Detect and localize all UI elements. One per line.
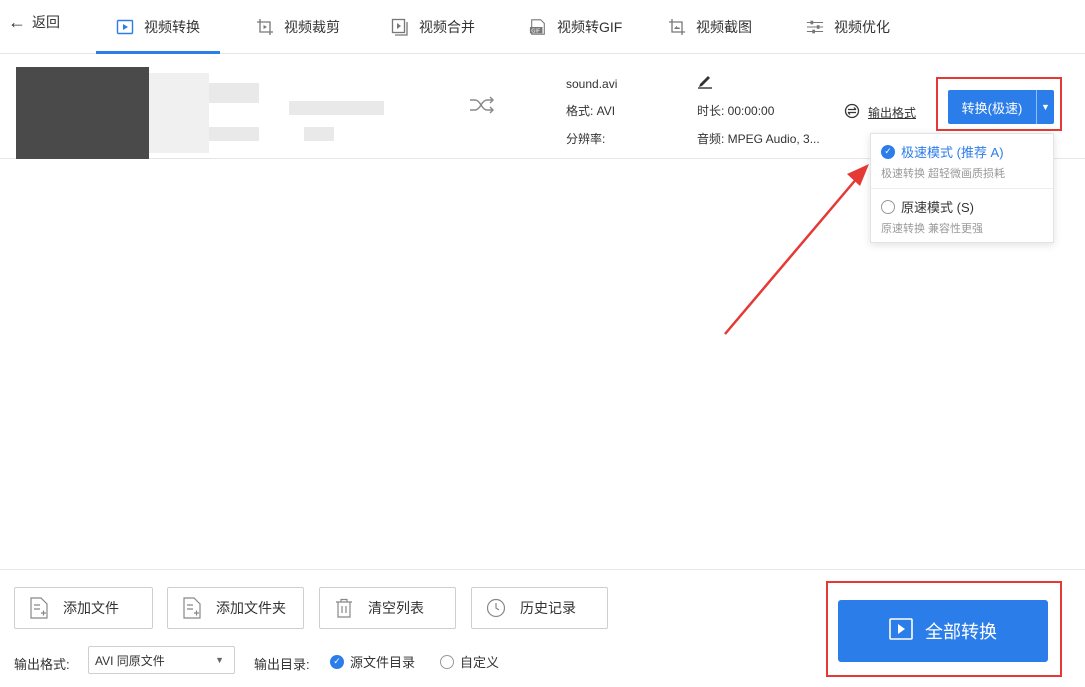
back-arrow-icon: ← [8, 12, 26, 32]
tab-label: 视频合并 [419, 19, 475, 35]
dir-option-custom[interactable]: 自定义 [440, 652, 499, 671]
format-settings-icon [844, 103, 860, 122]
file-resolution: 分辨率: [566, 132, 606, 146]
output-format-select[interactable]: AVI 同原文件 ▼ [88, 646, 235, 674]
file-duration: 时长: 00:00:00 [697, 104, 775, 118]
chevron-down-icon: ▼ [215, 655, 224, 665]
back-label: 返回 [32, 14, 60, 30]
bottom-toolbar: 添加文件 添加文件夹 清空列表 历史记录 输出格式: AVI 同原文件 ▼ 输出… [0, 569, 1085, 687]
video-merge-icon [391, 18, 409, 36]
mode-option-fast[interactable]: ✓ 极速模式 (推荐 A) 极速转换 超轻微画质损耗 [871, 134, 1053, 188]
radio-icon [881, 199, 895, 214]
output-format-link[interactable]: 输出格式 [844, 103, 916, 122]
clock-icon [486, 597, 506, 619]
checked-icon: ✓ [330, 654, 344, 669]
mode-subtitle: 原速转换 兼容性更强 [881, 223, 984, 235]
tab-label: 视频裁剪 [284, 19, 340, 35]
video-convert-icon [116, 18, 134, 36]
file-format: 格式: AVI [566, 104, 616, 118]
clear-list-label: 清空列表 [368, 600, 424, 616]
add-folder-icon [182, 597, 202, 619]
mode-subtitle: 极速转换 超轻微画质损耗 [881, 168, 1006, 180]
video-thumbnail [8, 63, 408, 159]
tab-video-optimize[interactable]: 视频优化 [806, 0, 890, 54]
add-file-icon [29, 597, 49, 619]
mode-option-original[interactable]: 原速模式 (S) 原速转换 兼容性更强 [871, 189, 1053, 243]
back-button[interactable]: ← 返回 [8, 12, 60, 32]
history-label: 历史记录 [520, 600, 576, 616]
screenshot-icon [668, 18, 686, 36]
checked-icon: ✓ [881, 144, 895, 159]
dir-custom-label: 自定义 [460, 655, 500, 670]
add-folder-button[interactable]: 添加文件夹 [167, 587, 304, 629]
output-format-label: 输出格式 [868, 106, 917, 120]
convert-button[interactable]: 转换(极速) ▼ [948, 90, 1054, 124]
tab-label: 视频优化 [834, 19, 890, 35]
edit-icon[interactable] [697, 73, 713, 92]
convert-all-button[interactable]: 全部转换 [838, 600, 1048, 662]
tab-video-merge[interactable]: 视频合并 [391, 0, 475, 54]
dir-source-label: 源文件目录 [350, 655, 416, 670]
tab-label: 视频截图 [696, 19, 752, 35]
tab-video-crop[interactable]: 视频裁剪 [256, 0, 340, 54]
mode-title: 原速模式 (S) [901, 200, 974, 215]
clear-list-button[interactable]: 清空列表 [319, 587, 456, 629]
file-audio: 音频: MPEG Audio, 3... [697, 132, 820, 146]
mode-title: 极速模式 (推荐 A) [901, 145, 1004, 160]
video-crop-icon [256, 18, 274, 36]
caret-down-icon[interactable]: ▼ [1036, 90, 1054, 124]
add-folder-label: 添加文件夹 [216, 600, 286, 616]
shuffle-icon [468, 95, 496, 118]
radio-icon [440, 654, 454, 669]
tab-video-convert[interactable]: 视频转换 [96, 0, 220, 54]
convert-all-label: 全部转换 [925, 622, 997, 642]
top-nav: ← 返回 视频转换 视频裁剪 视频合并 GIF 视频转GIF 视频截图 视频优化 [0, 0, 1085, 54]
convert-label: 转换(极速) [961, 100, 1023, 116]
output-format-value: AVI 同原文件 [95, 653, 165, 668]
convert-mode-dropdown: ✓ 极速模式 (推荐 A) 极速转换 超轻微画质损耗 原速模式 (S) 原速转换… [870, 133, 1054, 243]
add-file-button[interactable]: 添加文件 [14, 587, 153, 629]
tab-video-screenshot[interactable]: 视频截图 [668, 0, 752, 54]
file-name: sound.avi [566, 77, 618, 91]
trash-icon [334, 597, 354, 619]
history-button[interactable]: 历史记录 [471, 587, 608, 629]
play-icon [889, 617, 913, 645]
gif-icon: GIF [529, 18, 547, 36]
tab-label: 视频转GIF [557, 19, 623, 35]
tab-video-gif[interactable]: GIF 视频转GIF [529, 0, 622, 54]
svg-text:GIF: GIF [531, 28, 540, 34]
optimize-icon [806, 18, 824, 36]
output-format-label: 输出格式: [14, 657, 70, 672]
output-dir-label: 输出目录: [254, 657, 310, 672]
add-file-label: 添加文件 [63, 600, 119, 616]
dir-option-source[interactable]: ✓ 源文件目录 [330, 652, 415, 671]
tab-label: 视频转换 [144, 19, 200, 35]
